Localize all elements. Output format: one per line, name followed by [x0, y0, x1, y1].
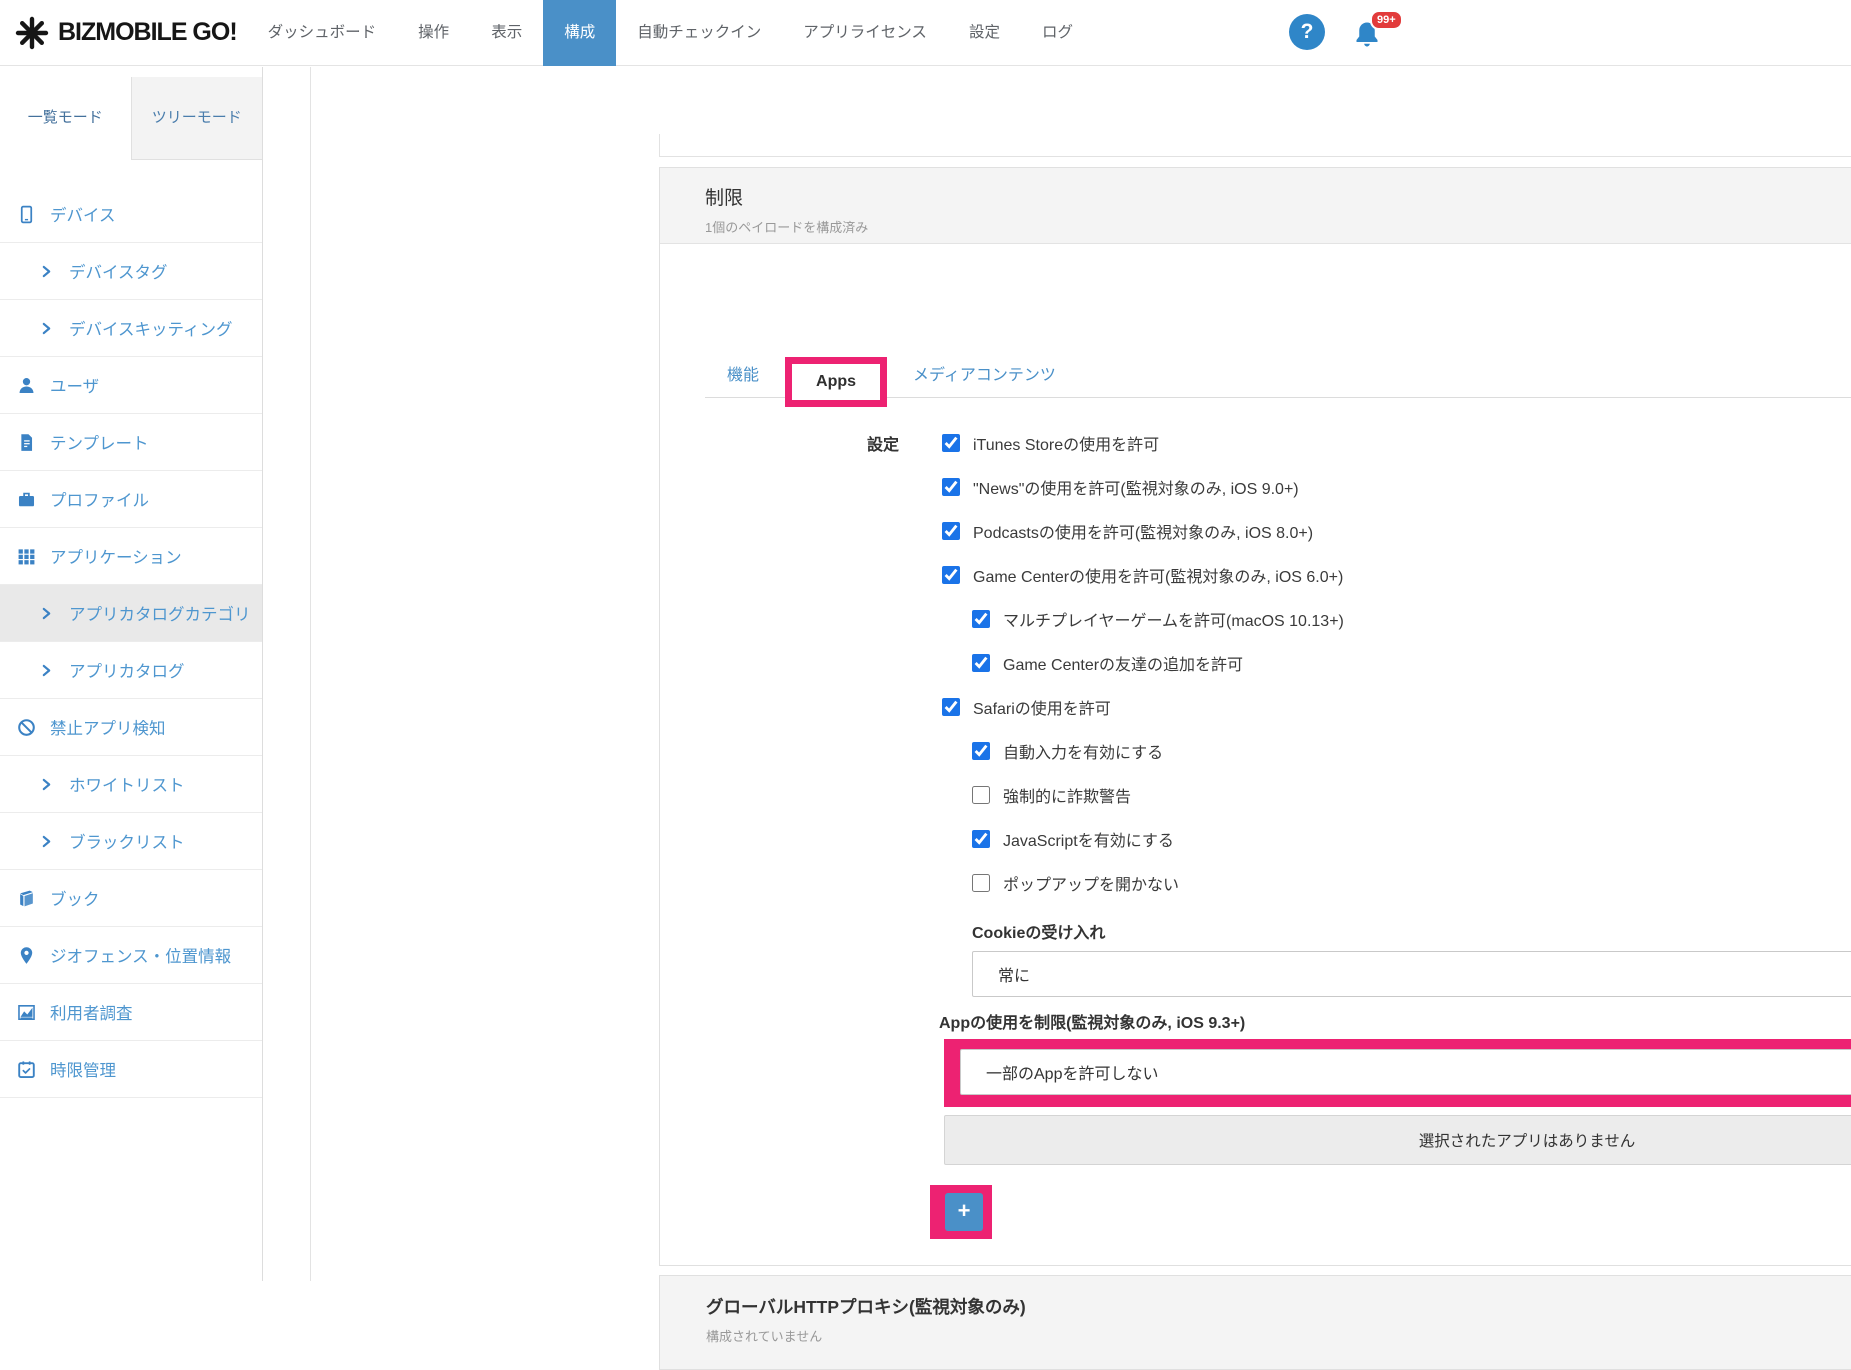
restriction-checkbox[interactable]	[972, 786, 990, 804]
app-title: BIZMOBILE GO!	[58, 18, 237, 47]
restriction-checkbox[interactable]	[942, 566, 960, 584]
sidebar-item-profile[interactable]: プロファイル	[0, 471, 262, 528]
app-limit-label: Appの使用を制限(監視対象のみ, iOS 9.3+)	[939, 1009, 1851, 1033]
nav-view[interactable]: 表示	[470, 0, 543, 66]
sidebar: 一覧モードツリーモード デバイス デバイスタグ デバイスキッティング ユーザ テ…	[0, 67, 263, 1281]
sidebar-item-template[interactable]: テンプレート	[0, 414, 262, 471]
sidebar-menu: デバイス デバイスタグ デバイスキッティング ユーザ テンプレート プロファイル…	[0, 186, 262, 1098]
cookie-accept-select[interactable]: 常に	[972, 951, 1851, 997]
sidebar-item-user[interactable]: ユーザ	[0, 357, 262, 414]
sidebar-item-icon	[17, 490, 36, 509]
restrictions-tabbar: 機能Appsメディアコンテンツ	[705, 354, 1851, 398]
notification-badge: 99+	[1370, 10, 1403, 30]
tab-media-content[interactable]: メディアコンテンツ	[891, 354, 1078, 398]
app-logo[interactable]: BIZMOBILE GO!	[0, 15, 237, 51]
http-proxy-card: グローバルHTTPプロキシ(監視対象のみ) 構成されていません	[659, 1275, 1851, 1370]
main-content: 制限 1個のペイロードを構成済み − 機能Appsメディアコンテンツ 設定 iT…	[310, 67, 1851, 1281]
nav-log[interactable]: ログ	[1021, 0, 1094, 66]
restrictions-subtitle: 1個のペイロードを構成済み	[705, 217, 1851, 236]
restrictions-card-body: − 機能Appsメディアコンテンツ 設定 iTunes Storeの使用を許可 …	[660, 354, 1851, 1239]
tab-list-mode[interactable]: 一覧モード	[0, 77, 131, 160]
sidebar-item-icon	[40, 322, 53, 335]
add-app-highlight-box: +	[930, 1185, 992, 1239]
sidebar-item-usage-survey[interactable]: 利用者調査	[0, 984, 262, 1041]
restriction-checkbox[interactable]	[972, 830, 990, 848]
sidebar-item-geofence[interactable]: ジオフェンス・位置情報	[0, 927, 262, 984]
sidebar-item-device-tag[interactable]: デバイスタグ	[0, 243, 262, 300]
sidebar-item-icon	[17, 205, 36, 224]
sidebar-item-icon	[17, 433, 36, 452]
restrictions-card-header: 制限 1個のペイロードを構成済み	[660, 168, 1851, 244]
restriction-checkbox[interactable]	[972, 610, 990, 628]
sidebar-item-time-limit[interactable]: 時限管理	[0, 1041, 262, 1098]
restrictions-title: 制限	[705, 183, 1851, 210]
nav-settings[interactable]: 設定	[948, 0, 1021, 66]
previous-section-edge	[659, 134, 1851, 157]
nav-app-license[interactable]: アプリライセンス	[782, 0, 948, 66]
nav-auto-checkin[interactable]: 自動チェックイン	[616, 0, 782, 66]
sidebar-mode-tabs: 一覧モードツリーモード	[0, 77, 262, 160]
restriction-checkbox[interactable]	[972, 654, 990, 672]
sidebar-item-app-catalog[interactable]: アプリカタログ	[0, 642, 262, 699]
sidebar-item-whitelist[interactable]: ホワイトリスト	[0, 756, 262, 813]
app-limit-select[interactable]: 一部のAppを許可しない	[960, 1049, 1851, 1095]
sidebar-item-blacklist[interactable]: ブラックリスト	[0, 813, 262, 870]
tab-tree-mode[interactable]: ツリーモード	[131, 77, 263, 159]
top-header: BIZMOBILE GO! ダッシュボード操作表示構成自動チェックインアプリライ…	[0, 0, 1851, 66]
sidebar-item-application[interactable]: アプリケーション	[0, 528, 262, 585]
settings-field: iTunes Storeの使用を許可 "News"の使用を許可(監視対象のみ, …	[899, 421, 1851, 1239]
sidebar-item-banned-app-detection[interactable]: 禁止アプリ検知	[0, 699, 262, 756]
restriction-checkbox[interactable]	[942, 434, 960, 452]
help-icon[interactable]: ?	[1289, 14, 1325, 50]
tab-functions[interactable]: 機能	[705, 354, 781, 398]
restriction-checkbox[interactable]	[972, 742, 990, 760]
sidebar-item-device-kitting[interactable]: デバイスキッティング	[0, 300, 262, 357]
sidebar-item-icon	[17, 547, 36, 566]
sidebar-item-icon	[40, 664, 53, 677]
restriction-checkbox[interactable]	[942, 522, 960, 540]
sidebar-item-icon	[40, 835, 53, 848]
sidebar-item-icon	[40, 265, 53, 278]
http-proxy-subtitle: 構成されていません	[706, 1326, 1851, 1345]
restriction-checkbox[interactable]	[972, 874, 990, 892]
sidebar-item-icon	[40, 607, 53, 620]
sidebar-item-device[interactable]: デバイス	[0, 186, 262, 243]
selected-apps-bar[interactable]: 選択されたアプリはありません	[944, 1115, 1851, 1165]
sidebar-item-app-catalog-category[interactable]: アプリカタログカテゴリ	[0, 585, 262, 642]
sidebar-item-book[interactable]: ブック	[0, 870, 262, 927]
main-nav: ダッシュボード操作表示構成自動チェックインアプリライセンス設定ログ	[247, 0, 1094, 66]
notifications-button[interactable]: 99+	[1352, 12, 1396, 56]
sidebar-item-icon	[40, 778, 53, 791]
restriction-checkbox[interactable]	[942, 698, 960, 716]
tab-apps[interactable]: Apps	[785, 357, 887, 407]
settings-form: 設定 iTunes Storeの使用を許可 "News"の使用を許可(監視対象の…	[705, 421, 1851, 1239]
nav-configuration[interactable]: 構成	[543, 0, 616, 66]
settings-label: 設定	[705, 421, 899, 1239]
add-app-button[interactable]: +	[945, 1193, 983, 1231]
http-proxy-title: グローバルHTTPプロキシ(監視対象のみ)	[706, 1294, 1851, 1319]
sidebar-item-icon	[17, 1060, 36, 1079]
logo-asterisk-icon	[14, 15, 50, 51]
sidebar-item-icon	[17, 946, 36, 965]
cookie-accept-label: Cookieの受け入れ	[972, 919, 1851, 943]
app-limit-highlight-box: 一部のAppを許可しない	[944, 1039, 1851, 1107]
nav-dashboard[interactable]: ダッシュボード	[247, 0, 398, 66]
sidebar-item-icon	[17, 718, 36, 737]
sidebar-item-icon	[17, 1003, 36, 1022]
sidebar-item-icon	[17, 889, 36, 908]
restrictions-card: 制限 1個のペイロードを構成済み − 機能Appsメディアコンテンツ 設定 iT…	[659, 167, 1851, 1266]
sidebar-item-icon	[17, 376, 36, 395]
nav-operation[interactable]: 操作	[397, 0, 470, 66]
restriction-checkbox[interactable]	[942, 478, 960, 496]
